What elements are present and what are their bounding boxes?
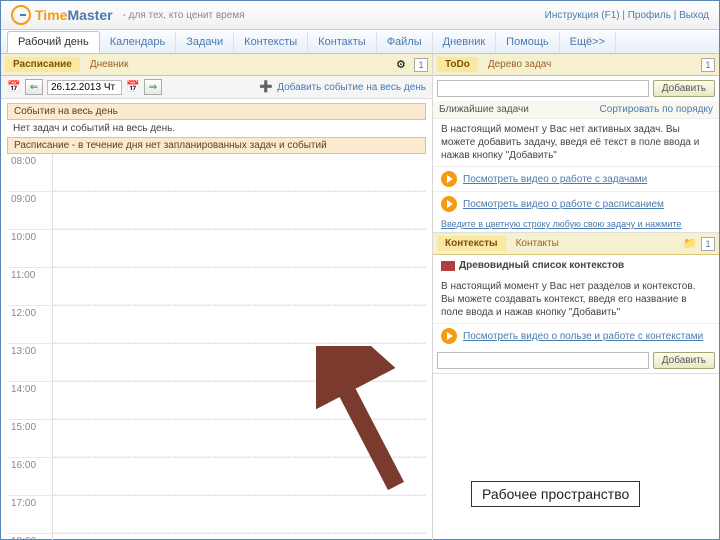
tagline: - для тех, кто ценит время bbox=[123, 10, 245, 21]
hours-header: Расписание - в течение дня нет запланиро… bbox=[7, 137, 426, 154]
nav-rabochiy-den[interactable]: Рабочий день bbox=[7, 31, 100, 53]
prev-day-button[interactable] bbox=[25, 79, 43, 95]
nav-pomosch[interactable]: Помощь bbox=[496, 32, 560, 52]
schedule-video-link[interactable]: Посмотреть видео о работе с расписанием bbox=[463, 199, 664, 210]
tab-dnevnik[interactable]: Дневник bbox=[82, 57, 137, 72]
schedule-toolbar: 📅 📅 ➕ Добавить событие на весь день bbox=[1, 76, 432, 99]
near-tasks-text: В настоящий момент у Вас нет активных за… bbox=[433, 119, 719, 166]
main-nav: Рабочий день Календарь Задачи Контексты … bbox=[1, 30, 719, 54]
nav-kontakty[interactable]: Контакты bbox=[308, 32, 377, 52]
todo-badge[interactable]: 1 bbox=[701, 58, 715, 72]
annotation-arrow bbox=[316, 346, 406, 496]
date-input[interactable] bbox=[47, 80, 122, 95]
play-icon[interactable] bbox=[441, 328, 457, 344]
hour-18[interactable]: 18:00 bbox=[7, 534, 426, 540]
tab-konteksty2[interactable]: Контексты bbox=[437, 236, 506, 251]
nav-zadachi[interactable]: Задачи bbox=[176, 32, 234, 52]
nav-konteksty[interactable]: Контексты bbox=[234, 32, 308, 52]
hour-11[interactable]: 11:00 bbox=[7, 268, 426, 306]
todo-input[interactable] bbox=[437, 80, 649, 97]
book-icon bbox=[441, 261, 455, 271]
add-icon[interactable]: ➕ bbox=[259, 80, 273, 94]
folder-icon[interactable]: 📁 bbox=[683, 237, 697, 251]
allday-empty: Нет задач и событий на весь день. bbox=[7, 120, 426, 137]
calendar-picker-icon[interactable]: 📅 bbox=[126, 80, 140, 94]
context-add-button[interactable]: Добавить bbox=[653, 352, 715, 369]
hour-17[interactable]: 17:00 bbox=[7, 496, 426, 534]
sort-link[interactable]: Сортировать по порядку bbox=[600, 104, 713, 115]
context-video-link[interactable]: Посмотреть видео о пользе и работе с кон… bbox=[463, 331, 703, 342]
todo-hint[interactable]: Введите в цветную строку любую свою зада… bbox=[433, 216, 719, 232]
play-icon[interactable] bbox=[441, 196, 457, 212]
context-tabs: Контексты Контакты 📁 1 bbox=[433, 233, 719, 255]
schedule-badge[interactable]: 1 bbox=[414, 58, 428, 72]
nav-faily[interactable]: Файлы bbox=[377, 32, 433, 52]
hour-09[interactable]: 09:00 bbox=[7, 192, 426, 230]
add-allday-link[interactable]: Добавить событие на весь день bbox=[277, 82, 426, 93]
nav-kalendar[interactable]: Календарь bbox=[100, 32, 177, 52]
nav-dnevnik[interactable]: Дневник bbox=[433, 32, 497, 52]
header-links[interactable]: Инструкция (F1) | Профиль | Выход bbox=[545, 10, 709, 21]
hour-08[interactable]: 08:00 bbox=[7, 154, 426, 192]
todo-video-link[interactable]: Посмотреть видео о работе с задачами bbox=[463, 174, 647, 185]
calendar-icon[interactable]: 📅 bbox=[7, 80, 21, 94]
annotation-label: Рабочее пространство bbox=[471, 481, 640, 507]
todo-add-button[interactable]: Добавить bbox=[653, 80, 715, 97]
tab-kontakty2[interactable]: Контакты bbox=[508, 236, 567, 251]
logo-text: TimeMaster bbox=[35, 7, 113, 23]
context-text: В настоящий момент у Вас нет разделов и … bbox=[433, 276, 719, 323]
nav-esche[interactable]: Ещё>> bbox=[560, 32, 616, 52]
near-tasks-title: Ближайшие задачи bbox=[439, 104, 529, 115]
next-day-button[interactable] bbox=[144, 79, 162, 95]
hour-10[interactable]: 10:00 bbox=[7, 230, 426, 268]
play-icon[interactable] bbox=[441, 171, 457, 187]
todo-tabs: ToDo Дерево задач 1 bbox=[433, 54, 719, 76]
context-title: Древовидный список контекстов bbox=[459, 259, 624, 272]
logo-icon bbox=[11, 5, 31, 25]
allday-header: События на весь день bbox=[7, 103, 426, 120]
schedule-tabs: Расписание Дневник ⚙ 1 bbox=[1, 54, 432, 76]
tab-todo[interactable]: ToDo bbox=[437, 57, 478, 72]
context-input[interactable] bbox=[437, 352, 649, 369]
tab-raspisanie[interactable]: Расписание bbox=[5, 57, 80, 72]
gear-icon[interactable]: ⚙ bbox=[396, 58, 410, 72]
hour-12[interactable]: 12:00 bbox=[7, 306, 426, 344]
context-badge[interactable]: 1 bbox=[701, 237, 715, 251]
tab-derevo[interactable]: Дерево задач bbox=[480, 57, 560, 72]
